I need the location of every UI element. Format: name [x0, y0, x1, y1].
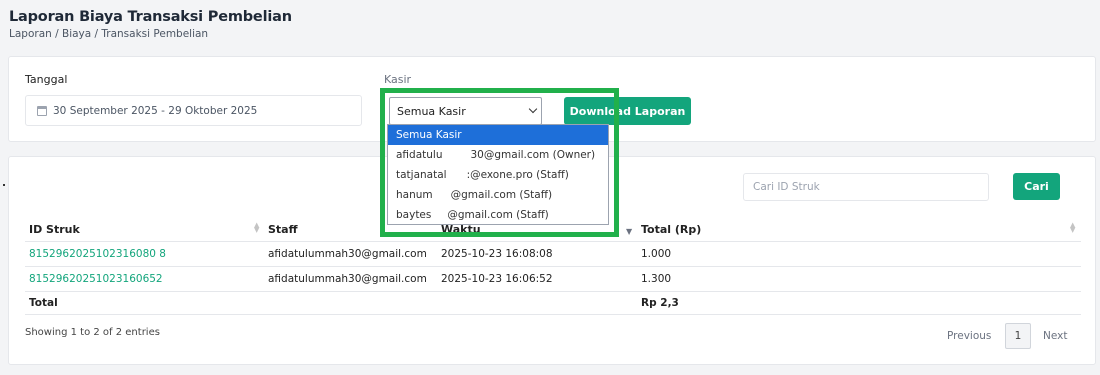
- kasir-dropdown-list: Semua Kasir afidatulu 30@gmail.com (Owner…: [387, 124, 609, 225]
- kasir-option[interactable]: Semua Kasir: [388, 125, 608, 145]
- kasir-option[interactable]: baytes @gmail.com (Staff): [388, 205, 608, 224]
- table-row-id-link[interactable]: 8152962025102316080 8: [29, 248, 166, 260]
- page-title: Laporan Biaya Transaksi Pembelian: [9, 9, 292, 25]
- breadcrumb: Laporan / Biaya / Transaksi Pembelian: [9, 28, 209, 40]
- table-row-total: 1.000: [641, 248, 672, 260]
- search-button[interactable]: Cari: [1013, 173, 1060, 200]
- pagination-page-1[interactable]: 1: [1005, 323, 1031, 349]
- total-label: Total: [29, 297, 58, 309]
- total-value: Rp 2,3: [641, 297, 679, 309]
- table-row-total: 1.300: [641, 273, 672, 285]
- entries-info: Showing 1 to 2 of 2 entries: [25, 327, 160, 338]
- kasir-select[interactable]: Semua Kasir: [389, 97, 542, 125]
- kasir-option[interactable]: tatjanatal:@exone.pro (Staff): [388, 165, 608, 185]
- sort-icon[interactable]: ▲ ▼: [254, 222, 259, 234]
- column-header-staff[interactable]: Staff: [268, 223, 298, 236]
- download-report-button[interactable]: Download Laporan: [564, 97, 691, 125]
- table-row-time: 2025-10-23 16:08:08: [441, 248, 553, 260]
- table-row-id-link[interactable]: 81529620251023160652: [29, 273, 163, 285]
- search-input[interactable]: Cari ID Struk: [743, 173, 989, 201]
- calendar-icon: [37, 105, 47, 116]
- chevron-down-icon: [528, 104, 538, 114]
- sort-icon[interactable]: ▲ ▼: [1070, 222, 1075, 234]
- table-row-staff: afidatulummah30@gmail.com: [268, 273, 427, 285]
- date-range-input[interactable]: 30 September 2025 - 29 Oktober 2025: [25, 95, 362, 126]
- table-row-staff: afidatulummah30@gmail.com: [268, 248, 427, 260]
- kasir-select-value: Semua Kasir: [397, 104, 466, 118]
- kasir-option[interactable]: hanum @gmail.com (Staff): [388, 185, 608, 205]
- pagination-next[interactable]: Next: [1043, 330, 1067, 342]
- kasir-option[interactable]: afidatulu 30@gmail.com (Owner): [388, 145, 608, 165]
- pagination-previous[interactable]: Previous: [947, 330, 991, 342]
- date-range-value: 30 September 2025 - 29 Oktober 2025: [53, 104, 258, 117]
- column-header-total[interactable]: Total (Rp): [641, 223, 701, 236]
- date-label: Tanggal: [25, 73, 68, 86]
- column-header-id[interactable]: ID Struk: [29, 223, 80, 236]
- sort-desc-icon[interactable]: ▼: [626, 227, 632, 236]
- kasir-label: Kasir: [384, 73, 412, 86]
- table-row-time: 2025-10-23 16:06:52: [441, 273, 553, 285]
